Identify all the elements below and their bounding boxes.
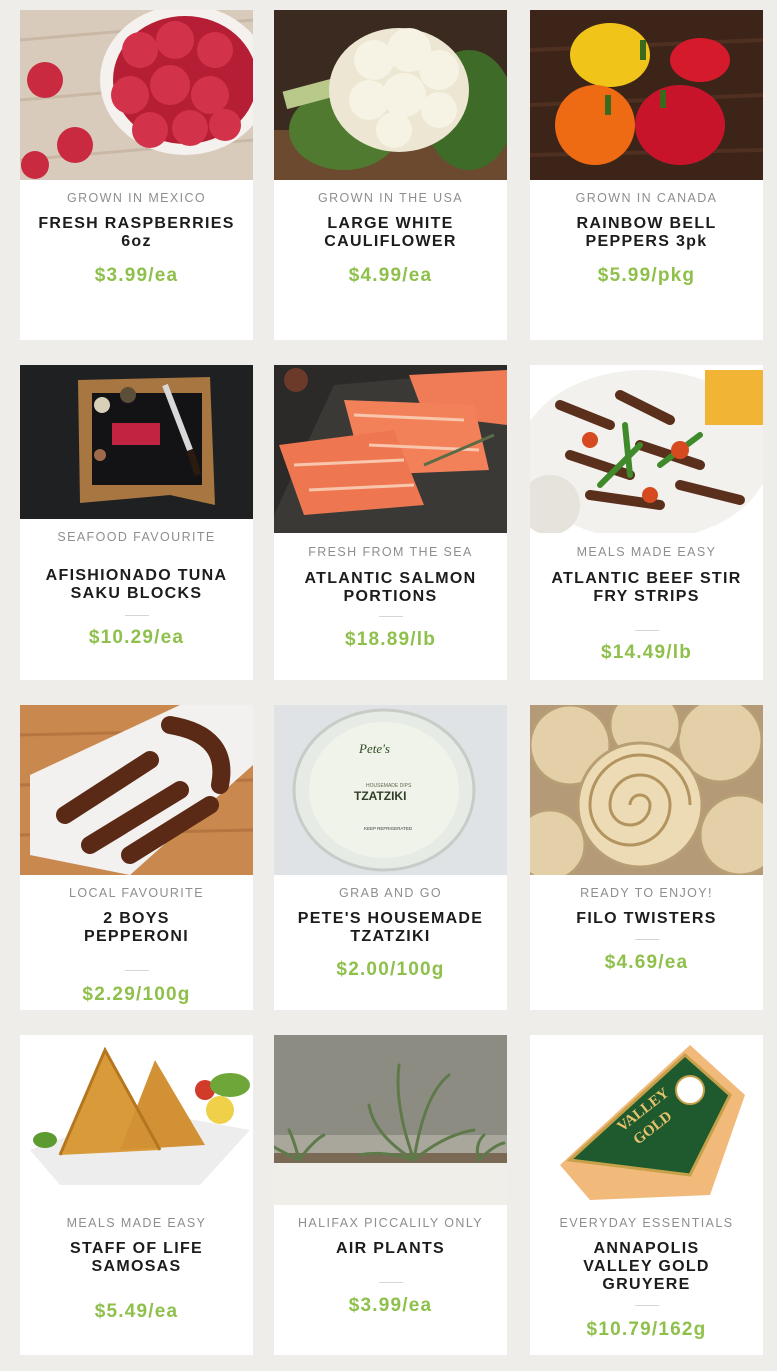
product-origin: GROWN IN MEXICO [66,191,207,205]
gruyere-cheese-photo[interactable]: VALLEY GOLD [530,1035,763,1205]
air-plants-photo[interactable] [274,1035,507,1205]
product-title[interactable]: AFISHIONADO TUNA SAKU BLOCKS [28,567,245,603]
raspberries-photo[interactable] [20,10,253,180]
product-card[interactable]: GROWN IN THE USA LARGE WHITE CAULIFLOWER… [274,10,507,340]
product-title[interactable]: STAFF OF LIFE SAMOSAS [28,1240,245,1276]
product-title[interactable]: AIR PLANTS [282,1240,499,1258]
product-card[interactable]: Pete's HOUSEMADE DIPS TZATZIKI KEEP REFR… [274,705,507,1010]
divider [634,939,659,940]
divider [124,970,149,971]
product-card[interactable]: GROWN IN CANADA RAINBOW BELL PEPPERS 3pk… [530,10,763,340]
divider [634,1305,659,1306]
product-card[interactable]: MEALS MADE EASY ATLANTIC BEEF STIR FRY S… [530,365,763,680]
divider [124,615,149,616]
tub-brand-label: Pete's [358,741,390,756]
product-origin: GROWN IN THE USA [317,191,464,205]
product-origin: READY TO ENJOY! [580,886,713,900]
product-price: $2.29/100g [82,984,191,1005]
product-origin: HALIFAX PICCALILY ONLY [297,1216,484,1230]
tub-name-label: TZATZIKI [354,789,406,803]
product-origin: FRESH FROM THE SEA [308,545,473,559]
tuna-board-photo[interactable] [20,365,253,519]
product-title[interactable]: PETE'S HOUSEMADE TZATZIKI [282,910,499,946]
samosas-photo[interactable] [20,1035,253,1205]
product-price: $4.69/ea [604,952,689,973]
product-card[interactable]: VALLEY GOLD EVERYDAY ESSENTIALS ANNAPOLI… [530,1035,763,1355]
product-price: $10.79/162g [586,1319,707,1340]
divider [378,1282,403,1283]
product-origin: MEALS MADE EASY [576,545,717,559]
tzatziki-tub-photo[interactable]: Pete's HOUSEMADE DIPS TZATZIKI KEEP REFR… [274,705,507,875]
product-origin: LOCAL FAVOURITE [69,886,204,900]
divider [378,616,403,617]
product-card[interactable]: FRESH FROM THE SEA ATLANTIC SALMON PORTI… [274,365,507,680]
product-price: $18.89/lb [344,629,437,650]
product-card[interactable]: READY TO ENJOY! FILO TWISTERS $4.69/ea [530,705,763,1010]
product-origin: SEAFOOD FAVOURITE [57,530,216,544]
product-title[interactable]: FRESH RASPBERRIES 6oz [28,215,245,251]
product-price: $5.49/ea [94,1301,179,1322]
filo-twisters-photo[interactable] [530,705,763,875]
bell-peppers-photo[interactable] [530,10,763,180]
product-origin: MEALS MADE EASY [66,1216,207,1230]
product-price: $4.99/ea [348,265,433,286]
product-title[interactable]: RAINBOW BELL PEPPERS 3pk [538,215,755,251]
product-card[interactable]: SEAFOOD FAVOURITE AFISHIONADO TUNA SAKU … [20,365,253,680]
product-card[interactable]: GROWN IN MEXICO FRESH RASPBERRIES 6oz $3… [20,10,253,340]
product-title[interactable]: LARGE WHITE CAULIFLOWER [282,215,499,251]
product-title[interactable]: ANNAPOLIS VALLEY GOLD GRUYERE [575,1240,718,1294]
product-card[interactable]: LOCAL FAVOURITE 2 BOYS PEPPERONI $2.29/1… [20,705,253,1010]
pepperoni-photo[interactable] [20,705,253,875]
product-origin: GROWN IN CANADA [575,191,718,205]
product-card[interactable]: HALIFAX PICCALILY ONLY AIR PLANTS $3.99/… [274,1035,507,1355]
product-title[interactable]: ATLANTIC SALMON PORTIONS [282,570,499,606]
product-price: $2.00/100g [336,959,445,980]
cauliflower-photo[interactable] [274,10,507,180]
product-origin: GRAB AND GO [339,886,442,900]
tub-note-label: KEEP REFRIGERATED [364,826,413,831]
salmon-photo[interactable] [274,365,507,533]
product-grid: GROWN IN MEXICO FRESH RASPBERRIES 6oz $3… [0,0,777,1371]
product-title[interactable]: ATLANTIC BEEF STIR FRY STRIPS [538,570,755,606]
product-title[interactable]: 2 BOYS PEPPERONI [70,910,203,946]
product-card[interactable]: MEALS MADE EASY STAFF OF LIFE SAMOSAS $5… [20,1035,253,1355]
product-price: $10.29/ea [88,627,185,648]
product-price: $3.99/ea [348,1295,433,1316]
divider [634,630,659,631]
product-price: $5.99/pkg [597,265,696,286]
product-origin: EVERYDAY ESSENTIALS [559,1216,734,1230]
stir-fry-photo[interactable] [530,365,763,533]
product-price: $14.49/lb [600,642,693,663]
product-price: $3.99/ea [94,265,179,286]
product-title[interactable]: FILO TWISTERS [538,910,755,928]
